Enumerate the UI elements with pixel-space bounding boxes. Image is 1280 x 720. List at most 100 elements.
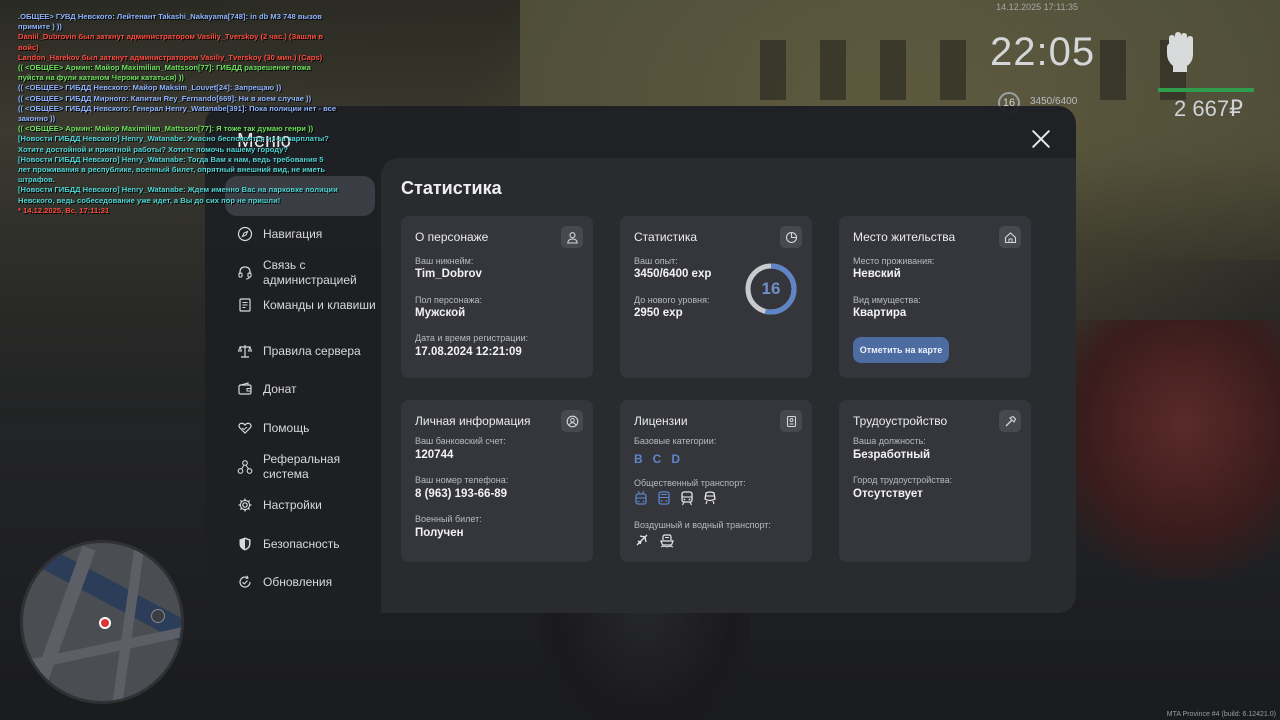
job-city-value: Отсутствует [853,488,923,500]
metro-icon [703,490,717,506]
gender-label: Пол персонажа: [415,295,483,305]
sidebar-item-rules[interactable]: Правила сервера [237,343,377,359]
card-title: Трудоустройство [853,414,948,428]
sidebar-item-label: Обновления [263,574,333,589]
job-position-value: Безработный [853,449,931,461]
chat-line: (( <ОБЩЕЕ> ГИБДД Мирного: Капитан Rey_Fe… [18,93,312,103]
sidebar-item-security[interactable]: Безопасность [237,536,377,552]
sidebar-item-label: Связь с администрацией [263,258,357,287]
hammer-icon [999,410,1021,432]
chat-line: (( <ОБЩЕЕ> ГИБДД Невского: Майор Maksim_… [18,83,282,93]
build-info: MTA Province #4 (build: 6.12421.0) [1166,711,1276,718]
chat-line: (( <ОБЩЕЕ> Армин: Майор Maximilian_Matts… [18,124,314,134]
sidebar-item-navigation[interactable]: Навигация [237,226,377,242]
sidebar-item-label: Команды и клавиши [263,297,376,312]
close-button[interactable] [1030,128,1052,150]
chat-line: * 14.12.2025, Вс, 17:11:31 [18,205,110,215]
military-id-label: Военный билет: [415,514,482,524]
public-transport-label: Общественный транспорт: [634,478,746,488]
pie-chart-icon [780,226,802,248]
airplane-icon [634,532,650,548]
card-title: Личная информация [415,414,531,428]
chat-line: .ОБЩЕЕ> ГУВД Невского: Лейтенант Takashi… [18,12,322,32]
nickname-label: Ваш никнейм: [415,256,474,266]
shield-icon [239,537,251,551]
minimap-player-marker [99,617,111,629]
sidebar-item-label: Правила сервера [263,343,361,358]
scales-icon [237,345,253,358]
tram-icon [680,490,694,506]
property-type-value: Квартира [853,307,907,319]
next-level-label: До нового уровня: [634,295,710,305]
next-level-value: 2950 exp [634,307,683,319]
content-title: Статистика [401,178,502,198]
car [1040,320,1280,580]
sidebar-item-referral[interactable]: Реферальная система [237,452,377,482]
heart-hand-icon [238,422,252,434]
hud-time: 22:05 [990,30,1096,74]
minimap-blip [151,609,165,623]
headset-icon [238,266,252,280]
refresh-icon [239,575,251,588]
exp-value: 3450/6400 exp [634,268,712,280]
sidebar-item-updates[interactable]: Обновления [237,574,377,590]
chat-line: [Новости ГИБДД Невского] Henry_Watanabe:… [18,185,338,205]
air-water-transport-label: Воздушный и водный транспорт: [634,520,771,530]
property-type-label: Вид имущества: [853,295,921,305]
hud-date: 14.12.2025 17:11:35 [996,2,1078,12]
chat-line: Landon_Harekov был заткнут администратор… [18,52,323,62]
card-title: Место жительства [853,230,956,244]
content-panel: Статистика О персонаже Ваш никнейм: Tim_… [381,158,1076,613]
card-title: О персонаже [415,230,489,244]
gear-icon [238,498,252,512]
card-statistics: Статистика Ваш опыт: 3450/6400 exp До но… [620,216,812,378]
user-circle-icon [561,410,583,432]
chat-log: .ОБЩЕЕ> ГУВД Невского: Лейтенант Takashi… [18,12,338,216]
sidebar-item-label: Донат [263,381,297,396]
hud-money: 2 667₽ [1174,96,1244,121]
base-categories-label: Базовые категории: [634,436,717,446]
bank-account-value: 120744 [415,449,454,461]
registration-label: Дата и время регистрации: [415,333,528,343]
fist-icon [1167,32,1193,72]
air-water-transport-icons [634,532,684,548]
building-window [880,40,906,100]
user-icon [561,226,583,248]
job-position-label: Ваша должность: [853,436,926,446]
sidebar-item-label: Реферальная система [263,452,341,481]
sidebar-item-label: Навигация [263,226,323,241]
bank-account-label: Ваш банковский счет: [415,436,506,446]
card-about-character: О персонаже Ваш никнейм: Tim_Dobrov Пол … [401,216,593,378]
residence-place-value: Невский [853,268,901,280]
minimap-road [111,543,145,701]
sidebar-item-label: Помощь [263,420,310,435]
category-b: B [634,452,643,466]
chat-line: (( <ОБЩЕЕ> ГИБДД Невского: Генерал Henry… [18,103,337,124]
network-icon [237,460,253,474]
minimap [20,540,184,704]
bus-icon [657,490,671,506]
chat-line: (( <ОБЩЕЕ> Армин: Майор Maximilian_Matts… [18,63,311,83]
chat-line: Daniil_Dubrovin был заткнут администрато… [18,32,324,52]
license-icon [780,410,802,432]
public-transport-icons [634,490,726,506]
mark-on-map-button[interactable]: Отметить на карте [853,337,949,363]
sidebar-item-commands[interactable]: Команды и клавиши [237,297,377,313]
compass-icon [237,226,253,242]
card-personal-info: Личная информация Ваш банковский счет: 1… [401,400,593,562]
chat-line: [Новости ГИБДД Невского] Henry_Watanabe:… [18,154,326,185]
sidebar-item-settings[interactable]: Настройки [237,497,377,513]
sidebar-item-label: Настройки [263,497,322,512]
building-window [820,40,846,100]
card-licenses: Лицензии Базовые категории: BCD Обществе… [620,400,812,562]
sidebar-item-donate[interactable]: Донат [237,381,377,397]
chat-line: [Новости ГИБДД Невского] Henry_Watanabe:… [18,134,329,154]
category-d: D [671,452,681,466]
base-categories: BCD [634,452,690,466]
trolleybus-icon [634,490,648,506]
level-value: 16 [761,279,781,298]
sidebar-item-help[interactable]: Помощь [237,420,377,436]
job-city-label: Город трудоустройства: [853,475,953,485]
sidebar-item-admin-contact[interactable]: Связь с администрацией [237,258,377,288]
document-icon [239,298,251,312]
